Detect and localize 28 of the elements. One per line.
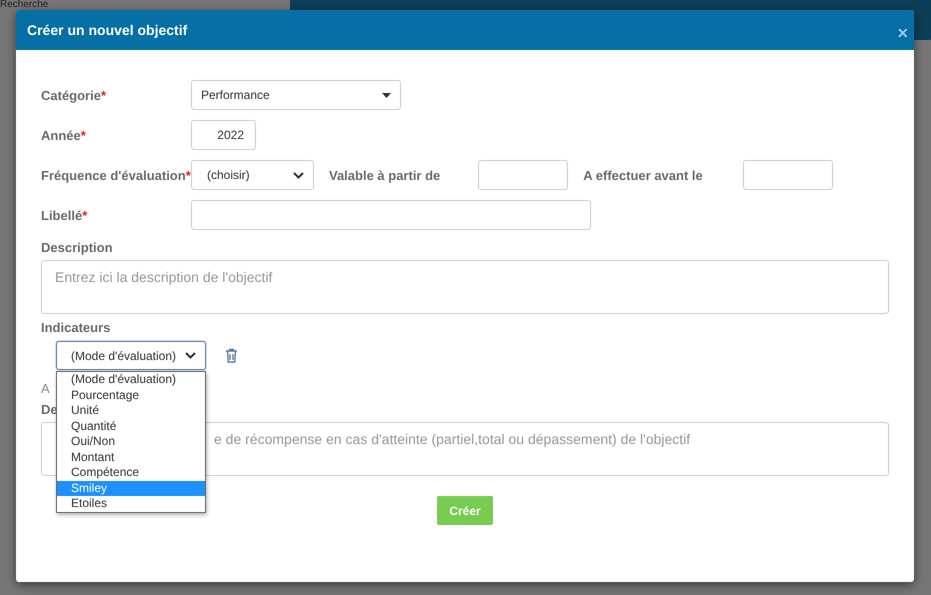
- dropdown-option[interactable]: Pourcentage: [57, 388, 205, 403]
- field-label: Fréquence d'évaluation*: [41, 168, 191, 182]
- field-label: Libellé*: [41, 208, 88, 222]
- chevron-icon: [185, 352, 196, 359]
- trash-icon[interactable]: [225, 348, 238, 363]
- dropdown-option[interactable]: Montant: [57, 450, 205, 465]
- add-link[interactable]: A: [41, 381, 50, 396]
- date-field[interactable]: [742, 160, 833, 190]
- dropdown-option[interactable]: (Mode d'évaluation): [57, 372, 205, 388]
- field-label: Description: [41, 240, 113, 255]
- field-label: Catégorie*: [41, 88, 108, 102]
- mode-select[interactable]: (Mode d'évaluation): [56, 341, 206, 370]
- field-label: A effectuer avant le: [583, 168, 703, 182]
- category-select[interactable]: Performance: [191, 80, 401, 110]
- dropdown-option[interactable]: Oui/Non: [57, 434, 205, 450]
- chevron-icon: [293, 172, 304, 178]
- date-field[interactable]: [478, 160, 568, 190]
- title-field[interactable]: [191, 200, 591, 230]
- frequency-select[interactable]: (choisir): [191, 160, 314, 190]
- modal-title: Créer un nouvel objectif: [27, 22, 188, 38]
- year-field[interactable]: 2022: [191, 120, 256, 150]
- dropdown-option[interactable]: Etoiles: [57, 496, 205, 512]
- field-label: Année*: [41, 128, 87, 142]
- section-label: Indicateurs: [41, 320, 110, 335]
- dropdown-option[interactable]: Unité: [57, 403, 205, 418]
- caret-icon: [382, 92, 391, 98]
- field-label: Valable à partir de: [329, 168, 440, 182]
- search-text: Recherche: [0, 0, 48, 10]
